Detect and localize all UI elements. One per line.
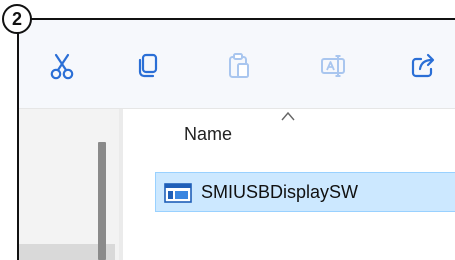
cut-icon — [50, 53, 74, 80]
application-icon — [164, 183, 192, 203]
navigation-scrollbar[interactable] — [98, 142, 106, 260]
command-bar — [19, 20, 455, 108]
sort-ascending-icon — [281, 111, 295, 121]
share-button[interactable] — [403, 46, 443, 86]
explorer-window-crop: Name SMIUSBDisplaySW 2 — [0, 0, 455, 260]
copy-icon — [138, 53, 158, 78]
copy-button[interactable] — [128, 46, 168, 86]
cut-button[interactable] — [42, 46, 82, 86]
paste-button[interactable] — [219, 46, 259, 86]
rename-button[interactable] — [314, 46, 354, 86]
rename-icon — [321, 55, 345, 77]
file-name: SMIUSBDisplaySW — [201, 182, 359, 202]
column-header-name[interactable]: Name — [184, 124, 232, 145]
paste-icon — [229, 53, 249, 78]
share-icon — [411, 53, 435, 78]
callout-frame-left — [17, 33, 19, 260]
file-row[interactable]: SMIUSBDisplaySW — [155, 172, 455, 212]
callout-number-badge: 2 — [2, 4, 32, 34]
callout-frame-top — [30, 18, 455, 20]
